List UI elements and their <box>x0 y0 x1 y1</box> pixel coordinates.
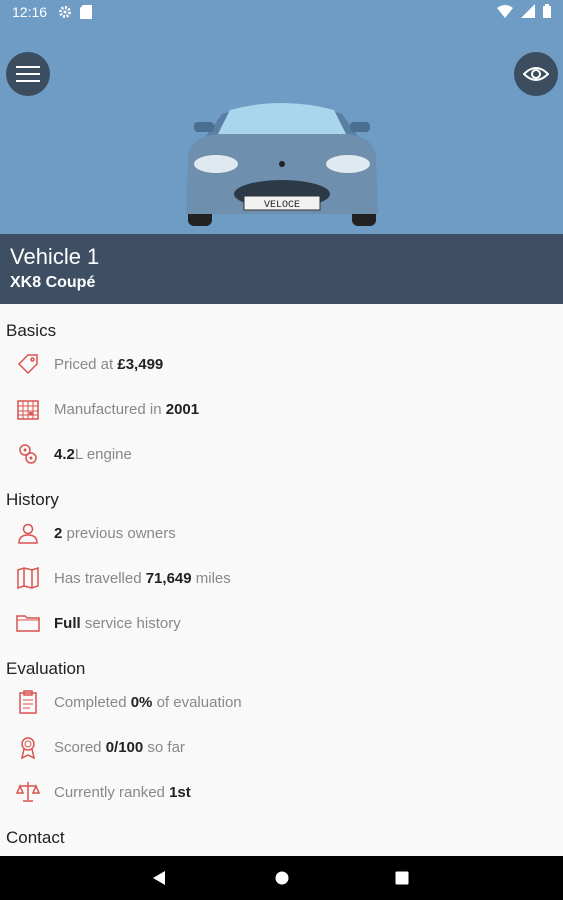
price-prefix: Priced at <box>54 356 118 373</box>
service-suffix: service history <box>80 615 181 632</box>
vehicle-hero-image: VELOCE <box>0 24 563 234</box>
scales-icon <box>16 782 40 802</box>
row-completed[interactable]: Completed 0% of evaluation <box>0 684 563 724</box>
completed-suffix: of evaluation <box>152 694 242 711</box>
engine-icon <box>19 444 37 464</box>
mileage-suffix: miles <box>191 570 231 587</box>
score-prefix: Scored <box>54 739 106 756</box>
number-plate: VELOCE <box>264 200 300 211</box>
sd-card-icon <box>80 5 92 19</box>
mileage-value: 71,649 <box>145 570 192 587</box>
recents-icon[interactable] <box>395 870 409 886</box>
owners-suffix: previous owners <box>62 525 176 542</box>
price-tag-icon <box>17 354 38 375</box>
back-icon[interactable] <box>152 870 166 886</box>
vehicle-name: Vehicle 1 <box>10 244 100 269</box>
section-title-evaluation: Evaluation <box>6 659 86 678</box>
map-icon <box>17 566 39 590</box>
engine-suffix: L engine <box>74 446 132 463</box>
rank-value: 1st <box>169 784 191 801</box>
row-score[interactable]: Scored 0/100 so far <box>0 729 563 769</box>
battery-icon <box>543 4 551 18</box>
completed-value: 0% <box>130 694 153 711</box>
row-owners[interactable]: 2 previous owners <box>0 515 563 555</box>
completed-prefix: Completed <box>54 694 131 711</box>
section-title-history: History <box>6 490 59 509</box>
mileage-prefix: Has travelled <box>54 570 146 587</box>
row-service[interactable]: Full service history <box>0 605 563 645</box>
service-value: Full <box>54 615 81 632</box>
folder-icon <box>16 615 40 632</box>
section-title-contact: Contact <box>6 828 65 847</box>
eye-icon <box>523 67 549 81</box>
year-prefix: Manufactured in <box>54 401 166 418</box>
section-title-basics: Basics <box>6 321 57 340</box>
person-icon <box>18 523 38 544</box>
row-year[interactable]: Manufactured in 2001 <box>0 391 563 431</box>
system-nav-bar <box>0 856 563 900</box>
clipboard-icon <box>19 690 37 714</box>
year-value: 2001 <box>165 401 200 418</box>
vehicle-details: Basics Priced at £3,499 Manufactured in … <box>0 304 563 856</box>
signal-icon <box>521 4 535 18</box>
row-rank[interactable]: Currently ranked 1st <box>0 774 563 814</box>
row-price[interactable]: Priced at £3,499 <box>0 346 563 386</box>
menu-button[interactable] <box>6 52 50 96</box>
settings-icon <box>59 6 71 18</box>
calendar-icon <box>17 400 39 420</box>
view-button[interactable] <box>514 52 558 96</box>
row-engine[interactable]: 4.2L engine <box>0 436 563 476</box>
rank-prefix: Currently ranked <box>54 784 170 801</box>
vehicle-header: Vehicle 1 XK8 Coupé <box>0 234 563 304</box>
home-icon[interactable] <box>275 870 289 886</box>
car-illustration: VELOCE <box>186 103 378 226</box>
award-icon <box>21 737 35 759</box>
row-mileage[interactable]: Has travelled 71,649 miles <box>0 560 563 600</box>
price-value: £3,499 <box>117 356 164 373</box>
score-value: 0/100 <box>105 739 144 756</box>
hamburger-icon <box>16 66 40 82</box>
wifi-icon <box>497 5 513 18</box>
engine-value: 4.2 <box>54 446 75 463</box>
score-suffix: so far <box>143 739 185 756</box>
vehicle-model: XK8 Coupé <box>10 274 96 291</box>
status-bar: 12:16 <box>0 0 563 24</box>
status-time: 12:16 <box>12 4 48 20</box>
